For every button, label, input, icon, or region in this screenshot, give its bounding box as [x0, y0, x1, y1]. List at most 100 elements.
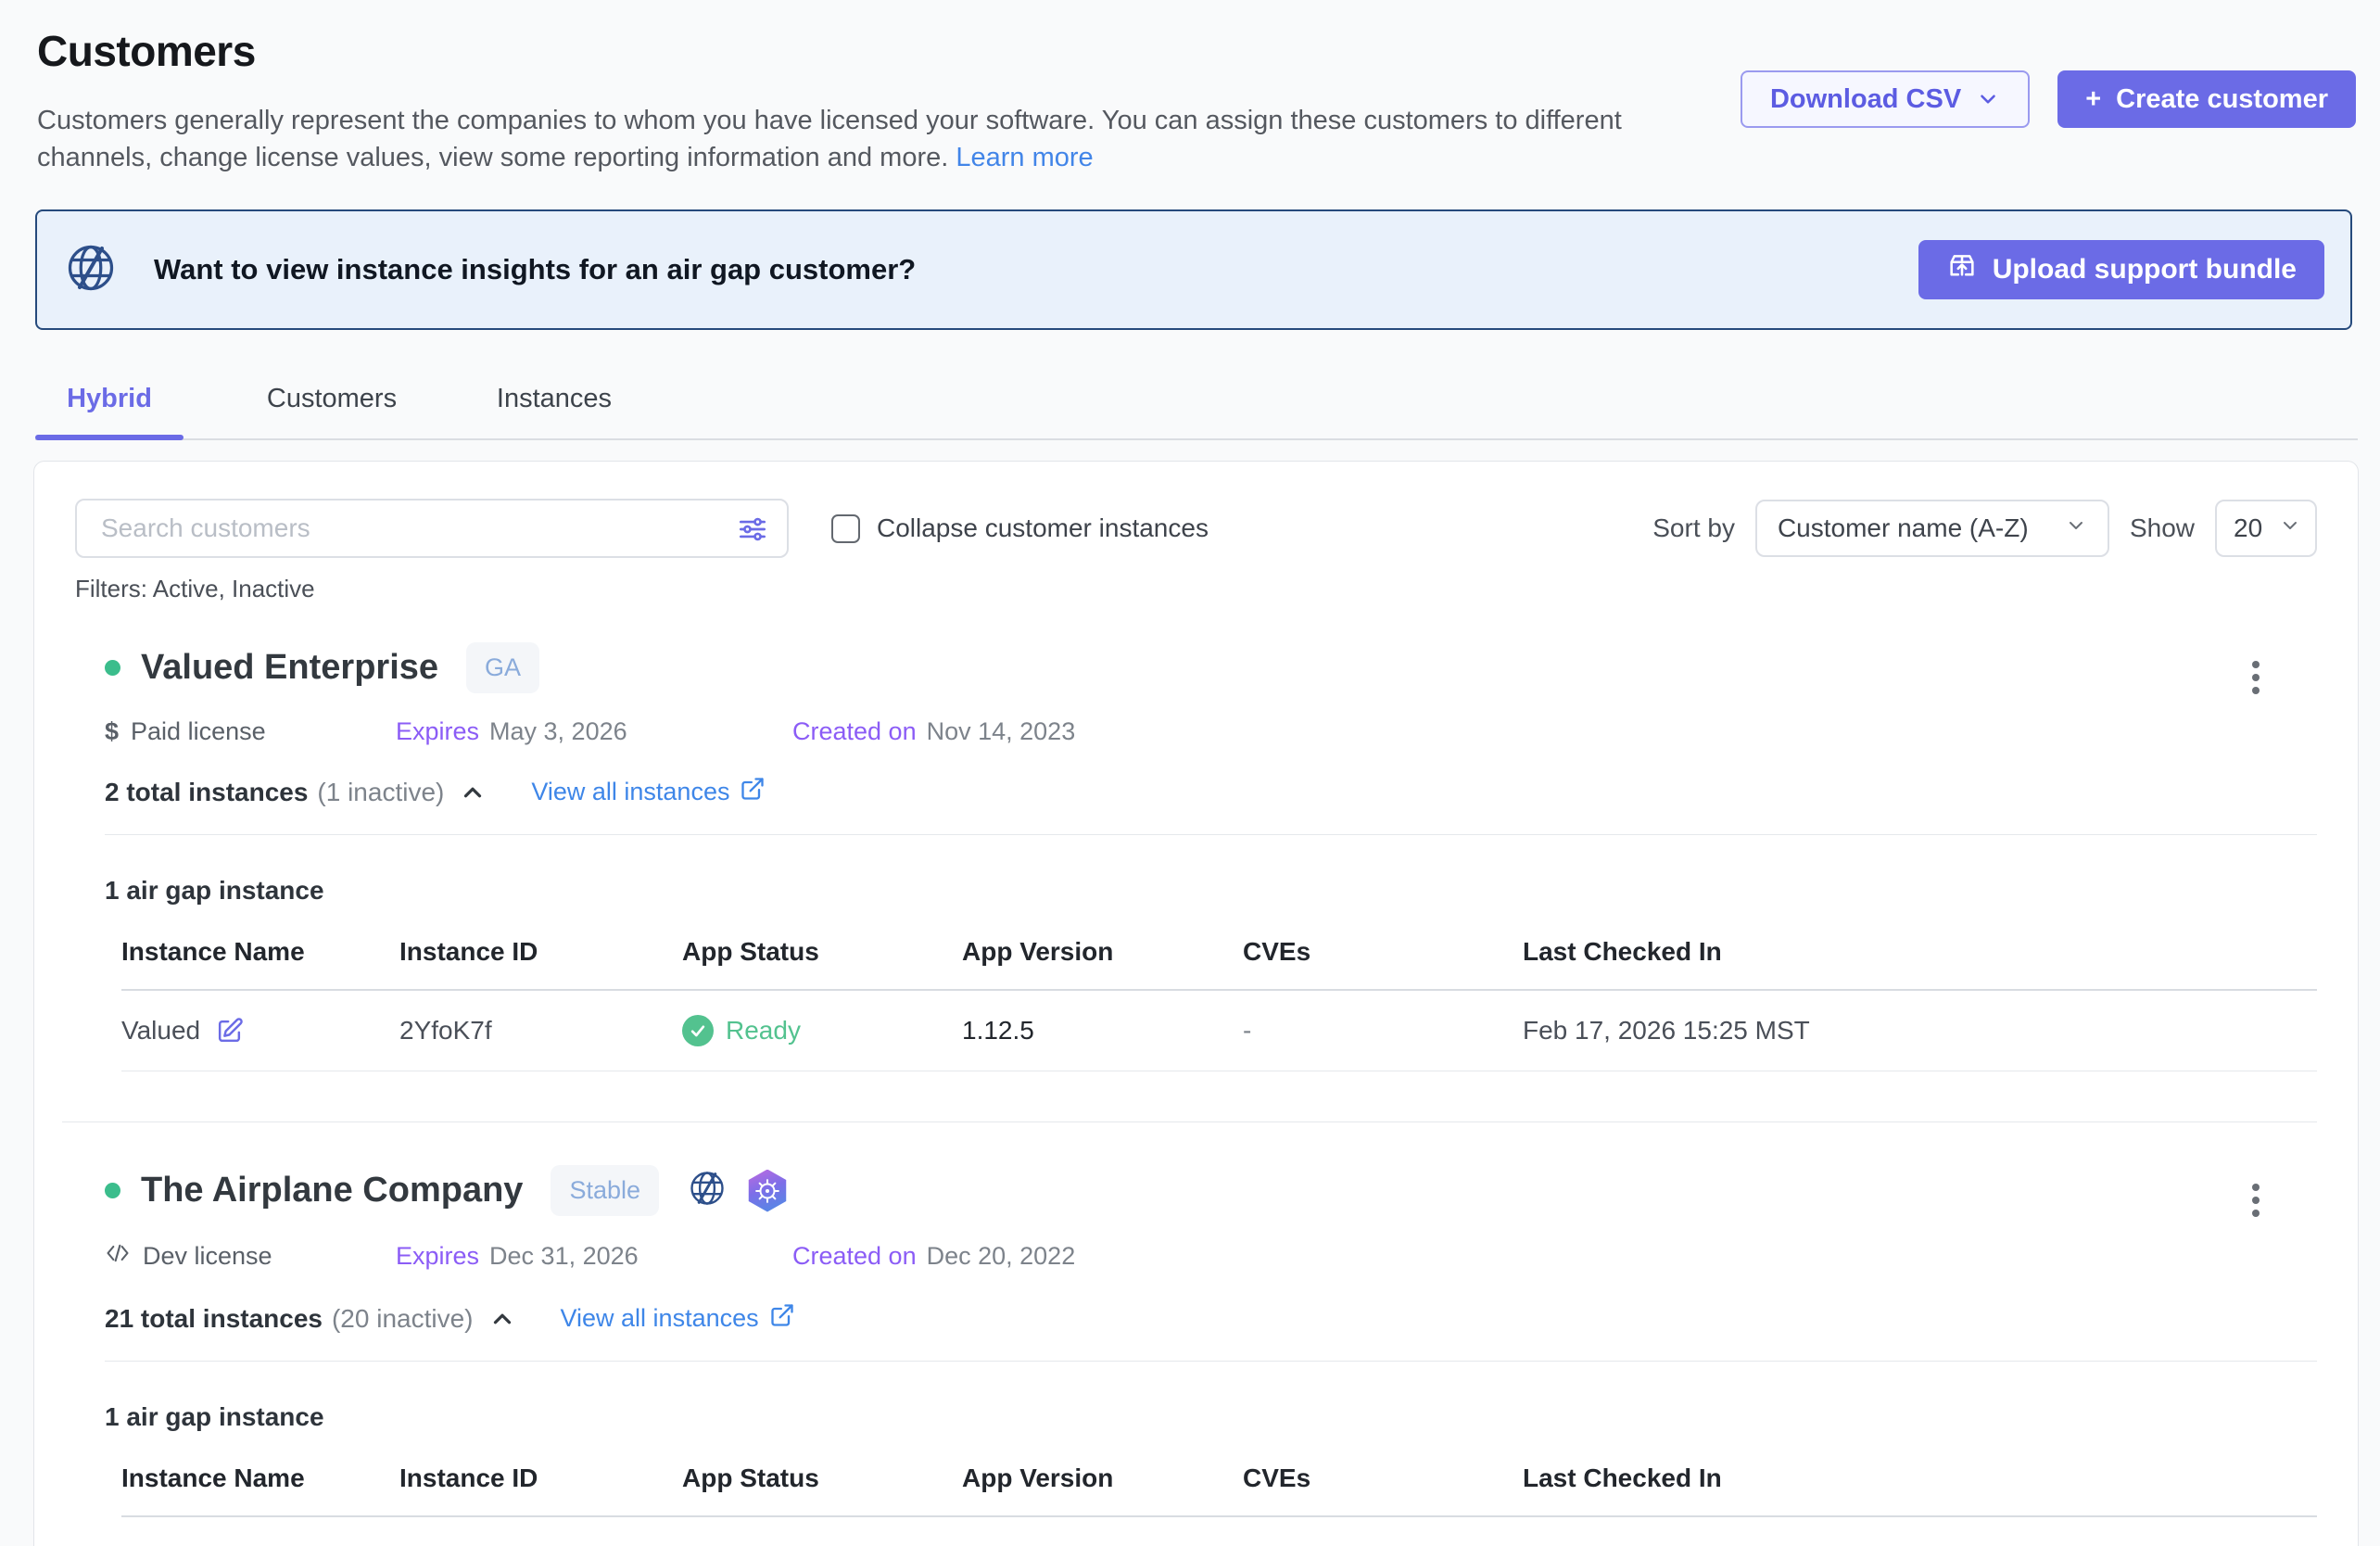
banner-heading: Want to view instance insights for an ai…	[154, 253, 916, 286]
expires-date: May 3, 2026	[489, 717, 627, 746]
license-type-label: Dev license	[143, 1242, 272, 1271]
customer-menu-kebab-icon[interactable]	[2247, 655, 2265, 700]
customer-menu-kebab-icon[interactable]	[2247, 1178, 2265, 1223]
sort-by-label: Sort by	[1652, 513, 1735, 543]
instances-table-header: Instance Name Instance ID App Status App…	[121, 937, 2317, 991]
show-label: Show	[2130, 513, 2195, 543]
page-description: Customers generally represent the compan…	[37, 102, 1682, 176]
active-status-dot	[105, 660, 120, 676]
view-all-instances-label: View all instances	[561, 1304, 759, 1333]
airgap-instances-heading: 1 air gap instance	[105, 876, 2317, 906]
table-row: Valued 2YfoK7f Ready 1.12.5 - Feb 17, 20…	[121, 991, 2317, 1071]
customer-meta-row: Dev license Expires Dec 31, 2026 Created…	[105, 1240, 2317, 1273]
helm-icon	[746, 1170, 789, 1212]
instance-name-cell: Valued	[121, 1016, 399, 1045]
instances-table-header: Instance Name Instance ID App Status App…	[121, 1464, 2317, 1517]
view-all-instances-link[interactable]: View all instances	[531, 776, 766, 808]
search-input[interactable]	[75, 499, 789, 558]
show-select[interactable]: 20	[2215, 500, 2317, 557]
view-all-instances-link[interactable]: View all instances	[561, 1302, 795, 1335]
customers-card: Collapse customer instances Sort by Cust…	[33, 461, 2359, 1546]
customer-capability-icons	[687, 1168, 789, 1213]
code-icon	[105, 1240, 131, 1273]
upload-support-bundle-button[interactable]: Upload support bundle	[1918, 240, 2324, 299]
download-csv-button[interactable]: Download CSV	[1741, 70, 2030, 128]
col-last-checked-in: Last Checked In	[1523, 1464, 2317, 1493]
chevron-up-icon[interactable]	[459, 779, 487, 806]
chevron-down-icon	[2279, 513, 2301, 543]
created-on-label: Created on	[792, 1242, 917, 1271]
external-link-icon	[769, 1302, 795, 1335]
created-info: Created on Nov 14, 2023	[792, 717, 1075, 746]
edit-icon[interactable]	[215, 1017, 244, 1045]
airgap-banner: Want to view instance insights for an ai…	[35, 209, 2352, 330]
customer-name-link[interactable]: Valued Enterprise	[141, 648, 438, 688]
expires-info: Expires May 3, 2026	[396, 717, 792, 746]
sort-by-select[interactable]: Customer name (A-Z)	[1755, 500, 2109, 557]
col-cves: CVEs	[1243, 937, 1523, 967]
license-type: $ Paid license	[105, 717, 396, 746]
created-on-label: Created on	[792, 717, 917, 746]
upload-bundle-icon	[1946, 250, 1978, 289]
instances-table: Instance Name Instance ID App Status App…	[105, 937, 2317, 1071]
section-divider	[105, 1361, 2317, 1362]
license-type: Dev license	[105, 1240, 396, 1273]
active-filters-text: Filters: Active, Inactive	[75, 575, 2317, 603]
col-app-status: App Status	[682, 1464, 962, 1493]
dollar-icon: $	[105, 717, 119, 746]
filter-sliders-icon[interactable]	[735, 512, 770, 551]
customer-block-airplane-company: The Airplane Company Stable	[75, 1165, 2317, 1517]
learn-more-link[interactable]: Learn more	[956, 143, 1093, 172]
view-all-instances-label: View all instances	[531, 778, 729, 806]
total-instances-text: 2 total instances	[105, 778, 308, 807]
instance-name: Valued	[121, 1016, 200, 1045]
page-header: Customers Customers generally represent …	[0, 0, 2380, 176]
expires-date: Dec 31, 2026	[489, 1242, 639, 1271]
col-app-version: App Version	[962, 937, 1243, 967]
col-instance-id: Instance ID	[399, 1464, 682, 1493]
airgap-globe-icon	[687, 1168, 728, 1213]
col-instance-id: Instance ID	[399, 937, 682, 967]
cves-cell: -	[1243, 1016, 1523, 1045]
instances-summary-row: 2 total instances (1 inactive) View all …	[105, 776, 2317, 808]
col-app-status: App Status	[682, 937, 962, 967]
chevron-up-icon[interactable]	[488, 1305, 516, 1333]
collapse-checkbox-label: Collapse customer instances	[877, 513, 1209, 543]
external-link-icon	[740, 776, 766, 808]
total-instances-text: 21 total instances	[105, 1304, 323, 1334]
customer-header: The Airplane Company Stable	[105, 1165, 2317, 1216]
app-status-cell: Ready	[682, 1015, 962, 1046]
col-instance-name: Instance Name	[121, 1464, 399, 1493]
sort-by-value: Customer name (A-Z)	[1778, 513, 2029, 543]
col-app-version: App Version	[962, 1464, 1243, 1493]
instances-summary-row: 21 total instances (20 inactive) View al…	[105, 1302, 2317, 1335]
expires-label: Expires	[396, 717, 479, 746]
show-value: 20	[2234, 513, 2262, 543]
airgap-instances-heading: 1 air gap instance	[105, 1402, 2317, 1432]
customer-meta-row: $ Paid license Expires May 3, 2026 Creat…	[105, 717, 2317, 746]
app-version-cell: 1.12.5	[962, 1016, 1243, 1045]
tab-bar: Hybrid Customers Instances	[35, 371, 2358, 440]
license-type-label: Paid license	[131, 717, 266, 746]
expires-label: Expires	[396, 1242, 479, 1271]
instance-id-cell: 2YfoK7f	[399, 1016, 682, 1045]
plus-icon: +	[2085, 84, 2101, 115]
last-checked-in-cell: Feb 17, 2026 15:25 MST	[1523, 1016, 2317, 1045]
customer-name-link[interactable]: The Airplane Company	[141, 1171, 523, 1210]
channel-badge: Stable	[551, 1165, 659, 1216]
tab-customers[interactable]: Customers	[258, 371, 406, 438]
collapse-checkbox[interactable]	[831, 514, 860, 543]
download-csv-label: Download CSV	[1770, 84, 1961, 115]
create-customer-label: Create customer	[2116, 84, 2328, 115]
upload-bundle-label: Upload support bundle	[1993, 254, 2297, 285]
tab-instances[interactable]: Instances	[480, 371, 628, 438]
collapse-instances-toggle[interactable]: Collapse customer instances	[831, 513, 1209, 543]
inactive-instances-text: (1 inactive)	[317, 778, 444, 807]
section-divider	[105, 834, 2317, 835]
page-title: Customers	[37, 26, 2343, 76]
col-instance-name: Instance Name	[121, 937, 399, 967]
tab-hybrid[interactable]: Hybrid	[35, 371, 184, 438]
app-status-text: Ready	[726, 1016, 801, 1045]
check-circle-icon	[682, 1015, 714, 1046]
create-customer-button[interactable]: + Create customer	[2057, 70, 2356, 128]
